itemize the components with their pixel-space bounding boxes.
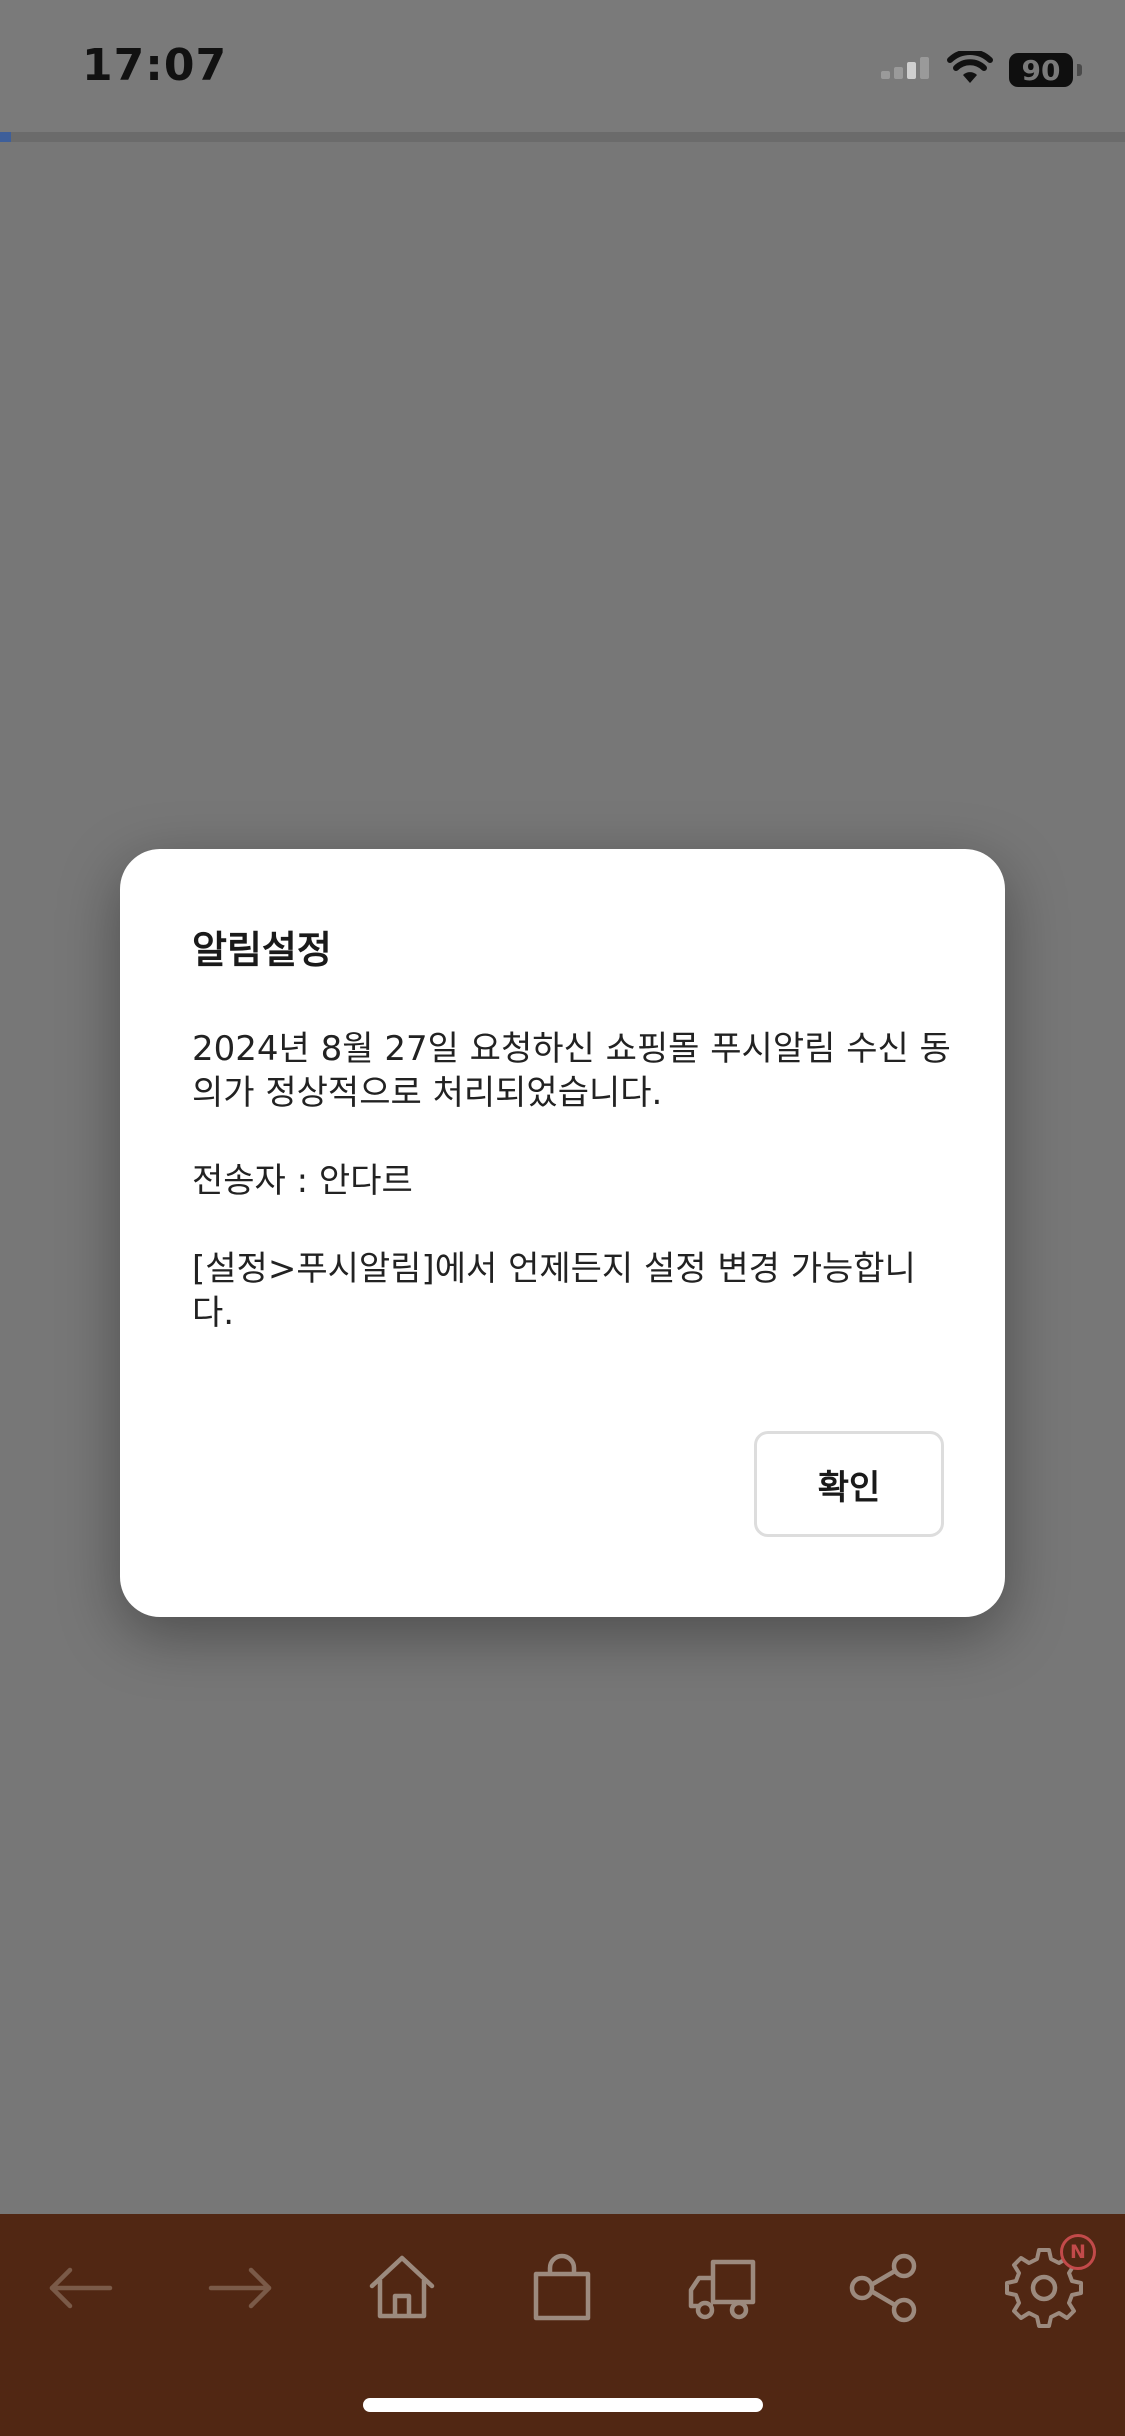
settings-gear-icon[interactable]: N <box>1004 2234 1096 2328</box>
share-icon[interactable] <box>844 2248 924 2328</box>
back-arrow-icon[interactable] <box>40 2248 120 2328</box>
page-load-progress-fill <box>0 132 12 142</box>
dialog-message-consent: 2024년 8월 27일 요청하신 쇼핑몰 푸시알림 수신 동의가 정상적으로 … <box>192 1029 951 1113</box>
confirm-button[interactable]: 확인 <box>754 1431 944 1537</box>
status-bar: 17:07 90 <box>0 0 1125 132</box>
dialog-message: 2024년 8월 27일 요청하신 쇼핑몰 푸시알림 수신 동의가 정상적으로 … <box>192 1027 952 1335</box>
delivery-truck-icon[interactable] <box>683 2248 763 2328</box>
home-indicator[interactable] <box>363 2398 763 2412</box>
battery-icon: 90 <box>1009 53 1082 87</box>
wifi-icon <box>947 49 993 89</box>
page-load-progress <box>0 132 1125 142</box>
battery-level: 90 <box>1021 53 1061 87</box>
settings-new-badge: N <box>1060 2234 1096 2270</box>
notification-settings-dialog: 알림설정 2024년 8월 27일 요청하신 쇼핑몰 푸시알림 수신 동의가 정… <box>120 849 1005 1617</box>
battery-tip <box>1077 64 1082 76</box>
cellular-signal-icon <box>879 57 931 83</box>
dialog-message-sender: 전송자 : 안다르 <box>192 1161 413 1201</box>
shopping-bag-icon[interactable] <box>522 2248 602 2328</box>
dialog-message-settings-hint: [설정>푸시알림]에서 언제든지 설정 변경 가능합니다. <box>192 1249 916 1333</box>
home-icon[interactable] <box>362 2248 442 2328</box>
dialog-title: 알림설정 <box>192 928 332 972</box>
status-time: 17:07 <box>82 40 228 91</box>
status-icons: 90 <box>879 48 1082 92</box>
bottom-navigation-bar: N <box>0 2214 1125 2436</box>
forward-arrow-icon[interactable] <box>201 2248 281 2328</box>
